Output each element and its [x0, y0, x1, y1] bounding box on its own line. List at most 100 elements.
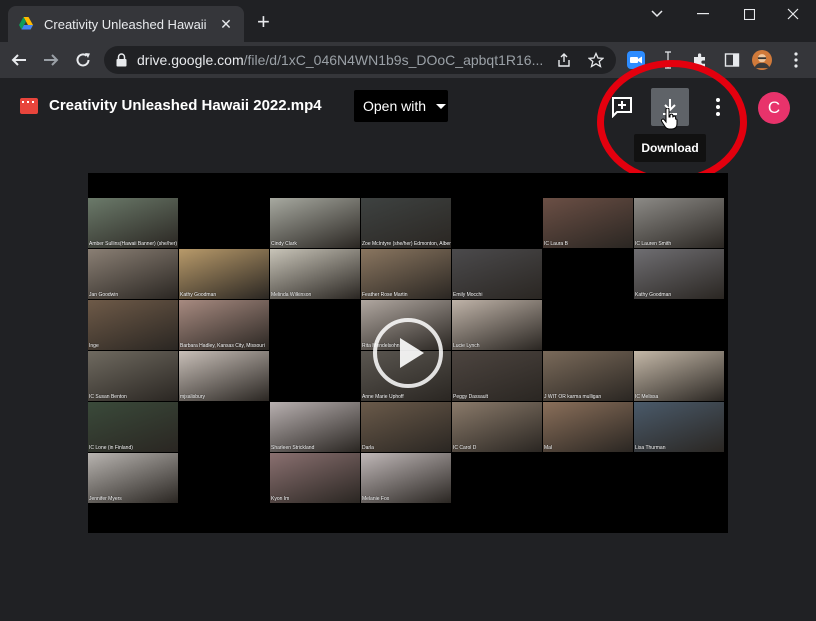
- participant-name: Zoe McIntyre (she/her) Edmonton, Alberta: [362, 241, 451, 247]
- url-path: /file/d/1xC_046N4WN1b9s_DOoC_apbqt1R16..…: [243, 52, 544, 68]
- participant-tile: [543, 249, 633, 299]
- account-avatar[interactable]: C: [758, 92, 790, 124]
- participant-name: Inge: [89, 343, 99, 349]
- participant-tile: IC Laura B: [543, 198, 633, 248]
- participant-tile: J WIT OR karma mulligan: [543, 351, 633, 401]
- participant-name: Peggy Dassault: [453, 394, 489, 400]
- participant-tile: Barbara Hadley, Kansas City, Missouri: [179, 300, 269, 350]
- participant-tile: Jan Goodwin: [88, 249, 178, 299]
- participant-tile: IC Melissa: [634, 351, 724, 401]
- participant-tile: [634, 453, 724, 503]
- participant-tile: [270, 300, 360, 350]
- hand-cursor-icon: [660, 108, 678, 130]
- participant-tile: mjsalisbury: [179, 351, 269, 401]
- participant-name: Sharleen Strickland: [271, 445, 315, 451]
- participant-tile: Zoe McIntyre (she/her) Edmonton, Alberta: [361, 198, 451, 248]
- participant-tile: [270, 351, 360, 401]
- maximize-icon[interactable]: [726, 0, 772, 28]
- forward-icon[interactable]: [39, 48, 63, 72]
- participant-tile: [634, 300, 724, 350]
- participant-tile: [543, 300, 633, 350]
- participant-tile: [179, 198, 269, 248]
- participant-name: Kyon Im: [271, 496, 290, 502]
- text-cursor-icon: [658, 50, 678, 70]
- participant-tile: Peggy Dassault: [452, 351, 542, 401]
- play-button[interactable]: [373, 318, 443, 388]
- open-with-button[interactable]: Open with: [354, 90, 448, 122]
- back-icon[interactable]: [7, 48, 31, 72]
- close-window-icon[interactable]: [770, 0, 816, 28]
- participant-name: IC Laura B: [544, 241, 568, 247]
- participant-name: Barbara Hadley, Kansas City, Missouri: [180, 343, 265, 349]
- participant-tile: Melanie Fox: [361, 453, 451, 503]
- participant-name: Jennifer Myers: [89, 496, 122, 502]
- new-tab-button[interactable]: +: [257, 10, 270, 34]
- more-vert-icon: [716, 98, 720, 116]
- participant-name: Lucie Lynch: [453, 343, 480, 349]
- zoom-extension-icon[interactable]: [626, 50, 646, 70]
- participant-tile: [452, 198, 542, 248]
- participant-name: IC Carol D: [453, 445, 477, 451]
- participant-name: mjsalisbury: [180, 394, 206, 400]
- participant-tile: Kyon Im: [270, 453, 360, 503]
- participant-name: IC Susan Benton: [89, 394, 127, 400]
- participant-tile: Sharleen Strickland: [270, 402, 360, 452]
- participant-name: IC Lauren Smith: [635, 241, 672, 247]
- participant-tile: Jennifer Myers: [88, 453, 178, 503]
- participant-tile: Emily Mocchi: [452, 249, 542, 299]
- participant-name: Cindy Clark: [271, 241, 297, 247]
- browser-toolbar: drive.google.com/file/d/1xC_046N4WN1b9s_…: [0, 42, 816, 78]
- google-drive-icon: [19, 17, 33, 30]
- url-host: drive.google.com: [137, 52, 244, 68]
- tab-strip: Creativity Unleashed Hawaii 2022.mp4 - G…: [0, 0, 816, 42]
- video-file-icon: [20, 98, 38, 114]
- address-bar[interactable]: drive.google.com/file/d/1xC_046N4WN1b9s_…: [104, 46, 616, 74]
- participant-tile: Amber Sullins(Hawaii Banner) (she/her): [88, 198, 178, 248]
- participant-tile: [179, 453, 269, 503]
- participant-tile: Kathy Goodman: [179, 249, 269, 299]
- download-tooltip: Download: [634, 134, 706, 162]
- participant-tile: Lucie Lynch: [452, 300, 542, 350]
- participant-name: Kathy Goodman: [180, 292, 217, 298]
- participant-tile: Kathy Goodman: [634, 249, 724, 299]
- bookmark-star-icon[interactable]: [588, 52, 604, 68]
- participant-tile: Mal: [543, 402, 633, 452]
- share-icon[interactable]: [556, 52, 572, 68]
- participant-tile: [179, 402, 269, 452]
- video-player[interactable]: Amber Sullins(Hawaii Banner) (she/her) Ci…: [88, 173, 728, 533]
- participant-tile: IC Carol D: [452, 402, 542, 452]
- participant-tile: IC Susan Benton: [88, 351, 178, 401]
- participant-name: Kathy Goodman: [635, 292, 672, 298]
- minimize-icon[interactable]: [680, 0, 726, 28]
- browser-tab[interactable]: Creativity Unleashed Hawaii 2022.mp4 - G…: [8, 6, 244, 42]
- profile-avatar-icon[interactable]: [752, 50, 772, 70]
- participant-tile: IC Lauren Smith: [634, 198, 724, 248]
- reload-icon[interactable]: [71, 48, 95, 72]
- participant-tile: Darla: [361, 402, 451, 452]
- more-actions-button[interactable]: [699, 88, 737, 126]
- participant-tile: [543, 453, 633, 503]
- side-panel-icon[interactable]: [722, 50, 742, 70]
- participant-name: IC Lone (in Finland): [89, 445, 133, 451]
- extensions-puzzle-icon[interactable]: [690, 50, 710, 70]
- participant-name: Melanie Fox: [362, 496, 390, 502]
- participant-name: Anne Marie Uphoff: [362, 394, 404, 400]
- url-text[interactable]: drive.google.com/file/d/1xC_046N4WN1b9s_…: [137, 52, 557, 68]
- participant-name: Darla: [362, 445, 374, 451]
- chevron-down-icon: [436, 103, 447, 109]
- play-icon: [400, 338, 424, 368]
- drive-viewer-header: Creativity Unleashed Hawaii 2022.mp4 Ope…: [0, 78, 816, 134]
- chrome-menu-icon[interactable]: [786, 50, 806, 70]
- participant-tile: [452, 453, 542, 503]
- tab-search-icon[interactable]: [634, 0, 680, 28]
- add-comment-button[interactable]: [603, 88, 641, 126]
- participant-name: Feather Rose Martin: [362, 292, 408, 298]
- tab-close-icon[interactable]: ✕: [218, 16, 234, 33]
- file-title: Creativity Unleashed Hawaii 2022.mp4: [49, 97, 322, 114]
- participant-tile: Inge: [88, 300, 178, 350]
- participant-name: Mal: [544, 445, 553, 451]
- tab-title: Creativity Unleashed Hawaii 2022.mp4 - G…: [44, 16, 210, 32]
- participant-tile: IC Lone (in Finland): [88, 402, 178, 452]
- participant-tile: Cindy Clark: [270, 198, 360, 248]
- participant-tile: Melinda Wilkinson: [270, 249, 360, 299]
